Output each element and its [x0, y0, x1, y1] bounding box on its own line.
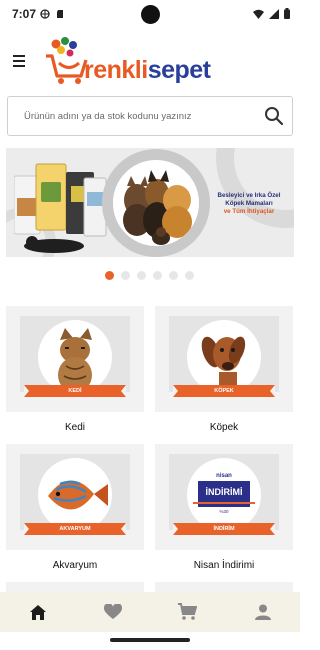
category-label-kopek[interactable]: Köpek: [155, 422, 293, 433]
category-image: nisan İNDİRİMİ %30: [187, 458, 261, 532]
category-card-akvaryum[interactable]: AKVARYUM: [6, 444, 144, 550]
battery-icon: [284, 8, 290, 19]
cart-icon: [178, 603, 197, 620]
search-icon[interactable]: [264, 106, 284, 126]
signal-icon: [269, 8, 279, 19]
banner-decor-ring: [216, 148, 294, 228]
banner-text: Besleyici ve Irka Özel Köpek Mamaları ve…: [206, 192, 292, 216]
carousel-indicators: [105, 271, 194, 280]
sd-card-icon: [57, 10, 63, 18]
carousel-dot[interactable]: [185, 271, 194, 280]
category-card-kopek[interactable]: KÖPEK: [155, 306, 293, 412]
camera-cutout: [141, 5, 160, 24]
status-time: 7:07: [12, 7, 37, 21]
wifi-icon: [253, 9, 264, 19]
category-ribbon: KEDİ: [24, 385, 126, 397]
system-home-indicator[interactable]: [110, 638, 190, 642]
carousel-dot[interactable]: [169, 271, 178, 280]
category-image: [38, 320, 112, 394]
menu-icon[interactable]: [13, 55, 25, 67]
search-bar: [7, 96, 293, 136]
status-bar: 7:07: [0, 0, 300, 30]
category-card-partial[interactable]: [155, 582, 293, 592]
dogs-image: [123, 170, 192, 245]
carousel-dot[interactable]: [153, 271, 162, 280]
heart-icon: [103, 604, 122, 619]
category-image: [187, 320, 261, 394]
banner-line-3: ve Tüm İhtiyaçlar: [223, 208, 275, 215]
pet-food-bags-image: [14, 163, 107, 253]
home-icon: [29, 604, 46, 620]
category-card-kedi[interactable]: KEDİ: [6, 306, 144, 412]
nav-cart[interactable]: [168, 592, 208, 632]
category-image-frame: KÖPEK: [169, 316, 279, 397]
banner-line-2: Köpek Mamaları: [225, 200, 273, 207]
brand-logo[interactable]: renklisepet: [46, 36, 246, 88]
category-ribbon: KÖPEK: [173, 385, 275, 397]
discount-badge-bottom: %30: [219, 509, 229, 514]
carousel-dot[interactable]: [137, 271, 146, 280]
promo-banner[interactable]: Besleyici ve Irka Özel Köpek Mamaları ve…: [6, 148, 294, 257]
carousel-dot[interactable]: [121, 271, 130, 280]
app-header: renklisepet: [0, 30, 300, 92]
discount-badge-main: İNDİRİMİ: [205, 487, 243, 497]
category-image-frame: KEDİ: [20, 316, 130, 397]
user-icon: [254, 604, 271, 620]
category-label-kedi[interactable]: Kedi: [6, 422, 144, 433]
badge-stripe: [193, 502, 255, 504]
category-label-nisan-indirimi[interactable]: Nisan İndirimi: [155, 560, 293, 571]
category-image-frame: nisan İNDİRİMİ %30 İNDİRİM: [169, 454, 279, 535]
category-card-nisan-indirimi[interactable]: nisan İNDİRİMİ %30 İNDİRİM: [155, 444, 293, 550]
category-card-partial[interactable]: [6, 582, 144, 592]
bottom-navigation: [0, 592, 300, 632]
category-ribbon: İNDİRİM: [173, 523, 275, 535]
fish-image: [48, 480, 108, 510]
banner-line-1: Besleyici ve Irka Özel: [217, 192, 281, 199]
category-ribbon: AKVARYUM: [24, 523, 126, 535]
banner-dog-ring: [102, 149, 210, 257]
cat-image: [58, 328, 92, 393]
category-image-frame: AKVARYUM: [20, 454, 130, 535]
discount-badge-top: nisan: [216, 473, 232, 479]
nav-home[interactable]: [18, 592, 58, 632]
dog-image: [201, 336, 246, 394]
category-label-akvaryum[interactable]: Akvaryum: [6, 560, 144, 571]
nav-account[interactable]: [243, 592, 283, 632]
search-input[interactable]: [24, 108, 254, 124]
carousel-dot[interactable]: [105, 271, 114, 280]
category-image: [38, 458, 112, 532]
nav-favorites[interactable]: [93, 592, 133, 632]
vpn-icon: [40, 9, 50, 19]
logo-wordmark: renklisepet: [84, 56, 211, 84]
